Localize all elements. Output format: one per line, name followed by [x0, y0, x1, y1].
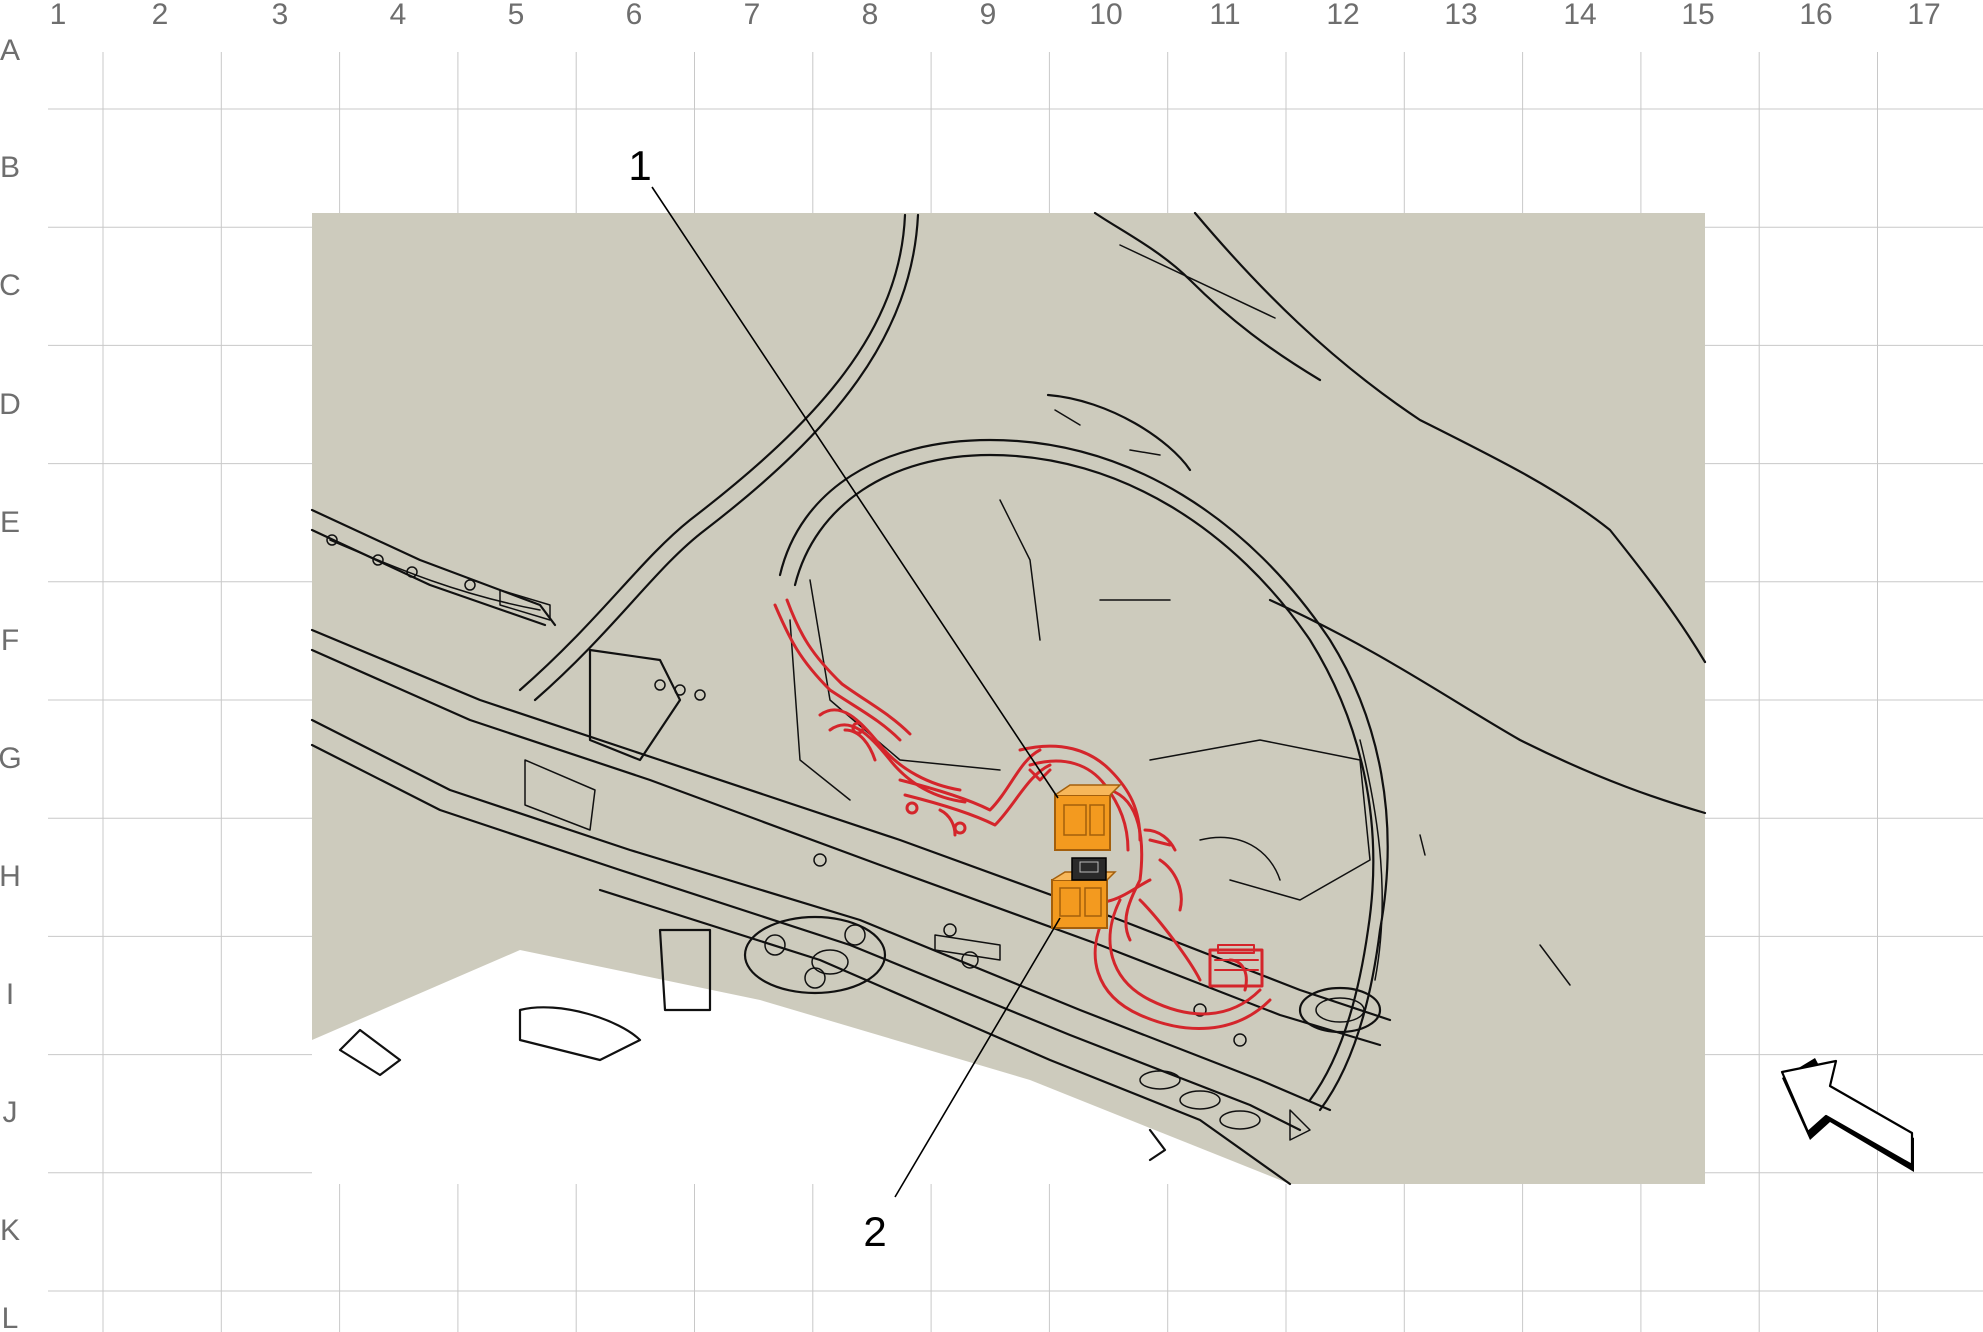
grid-row-label: K: [0, 1214, 20, 1247]
grid-column-label: 2: [152, 0, 169, 31]
grid-row-label: I: [6, 978, 14, 1011]
grid-column-labels: 1 2 3 4 5 6 7 8 9 10 11 12 13 14 15 16 1…: [50, 0, 1941, 31]
grid-column-label: 8: [862, 0, 879, 31]
grid-row-labels: A B C D E F G H I J K L: [0, 34, 22, 1332]
grid-row-label: E: [0, 506, 20, 539]
callout-2-label: 2: [863, 1208, 886, 1255]
module-connector: [1071, 857, 1107, 881]
grid-row-label: G: [0, 742, 22, 775]
grid-column-label: 12: [1326, 0, 1359, 31]
grid-row-label: D: [0, 388, 21, 421]
grid-column-label: 9: [980, 0, 997, 31]
grid-column-label: 17: [1907, 0, 1940, 31]
grid-column-label: 15: [1681, 0, 1714, 31]
module-1-upper: [1054, 784, 1122, 851]
grid-column-label: 3: [272, 0, 289, 31]
grid-column-label: 7: [744, 0, 761, 31]
grid-row-label: A: [0, 34, 20, 67]
grid-row-label: F: [1, 624, 19, 657]
callout-1-label: 1: [628, 142, 651, 189]
view-direction-arrow-icon: [1780, 1058, 1914, 1172]
grid-column-label: 14: [1563, 0, 1596, 31]
grid-column-label: 11: [1209, 0, 1240, 31]
wiring-component-locator-diagram: 1 2 3 4 5 6 7 8 9 10 11 12 13 14 15 16 1…: [0, 0, 1983, 1332]
grid-column-label: 4: [390, 0, 407, 31]
grid-column-label: 10: [1089, 0, 1122, 31]
grid-column-label: 1: [50, 0, 67, 31]
grid-column-label: 5: [508, 0, 525, 31]
grid-column-label: 16: [1799, 0, 1832, 31]
grid-row-label: C: [0, 269, 21, 302]
grid-column-label: 6: [626, 0, 643, 31]
grid-row-label: L: [2, 1302, 19, 1332]
grid-row-label: H: [0, 860, 21, 893]
grid-row-label: B: [0, 151, 20, 184]
grid-row-label: J: [3, 1096, 18, 1129]
grid-column-label: 13: [1444, 0, 1477, 31]
